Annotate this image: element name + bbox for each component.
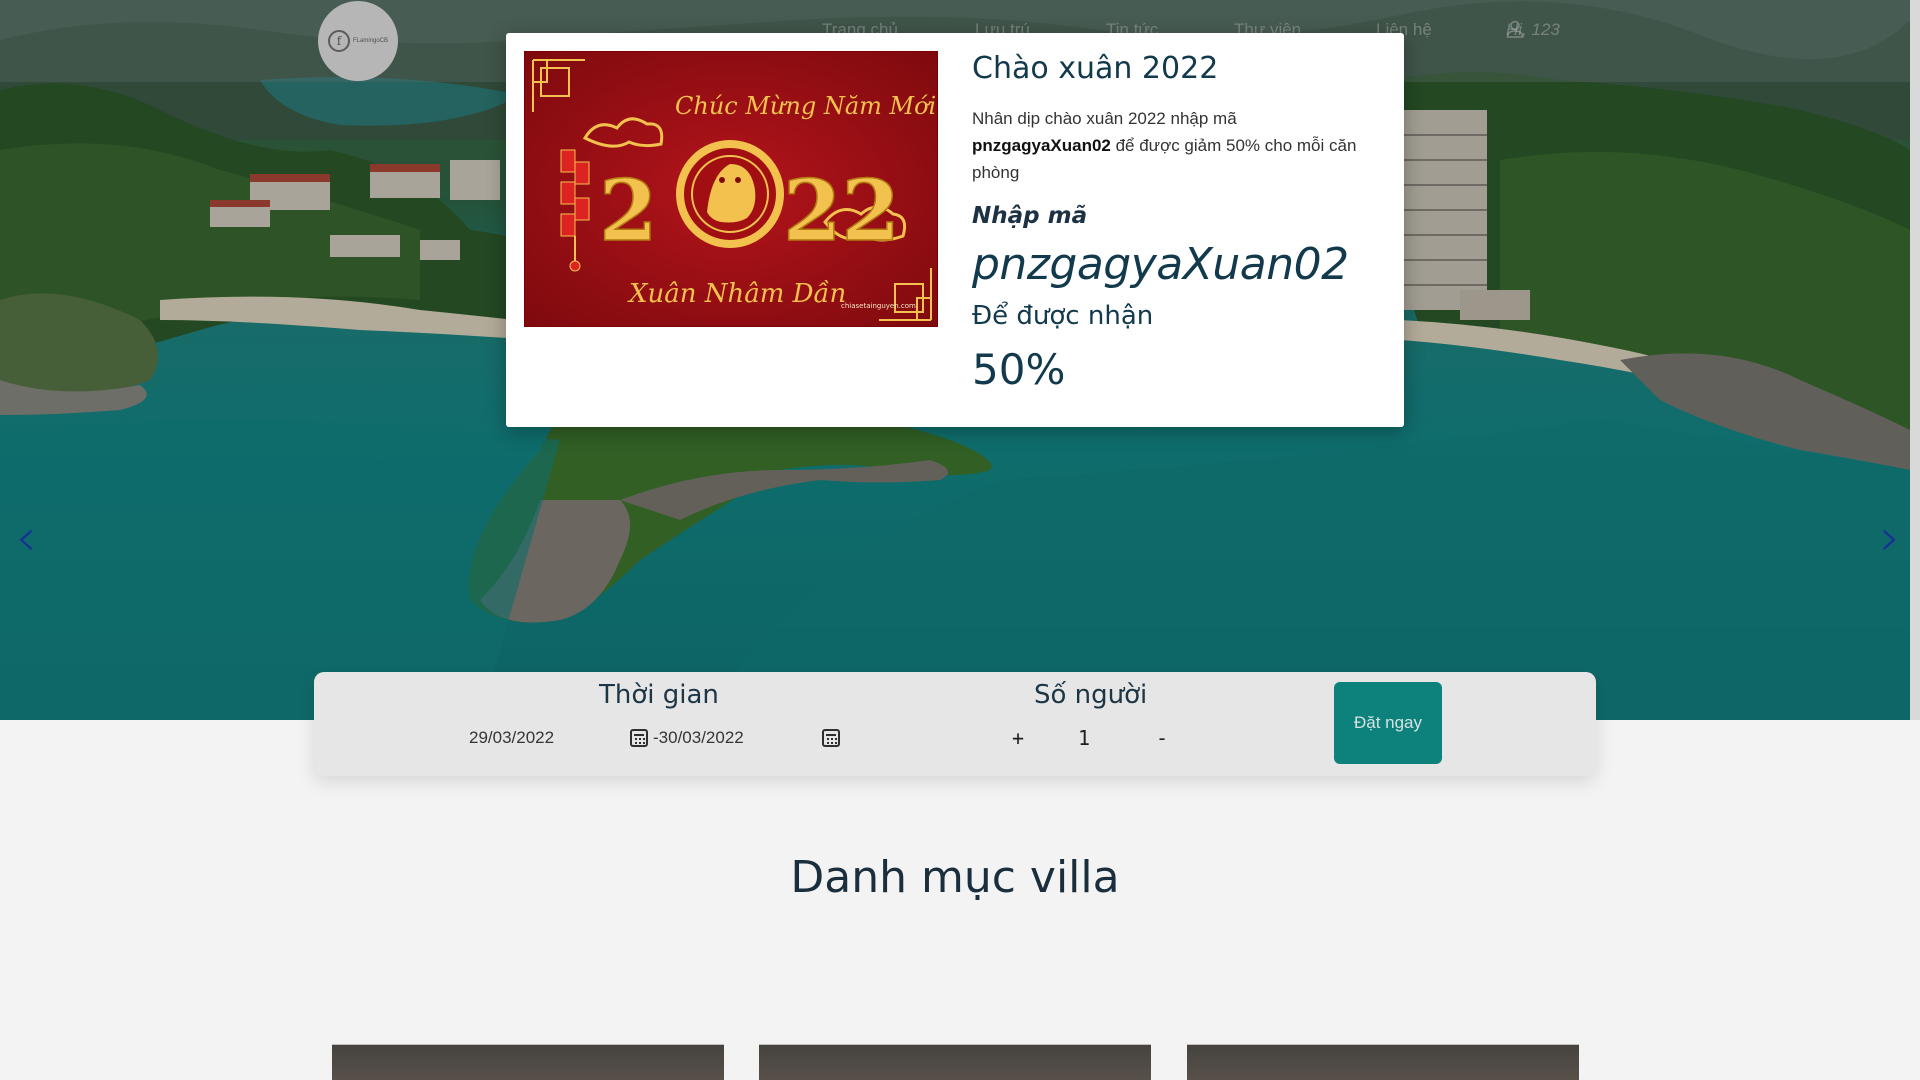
modal-description-code: pnzgagyaXuan02 [972, 136, 1111, 155]
banner-year-left: 2 [599, 161, 657, 260]
modal-title: Chào xuân 2022 [972, 51, 1219, 86]
modal-description-start: Nhân dịp chào xuân 2022 nhập mã [972, 109, 1237, 128]
receive-label: Để được nhận [972, 301, 1154, 331]
promo-modal: 2 22 Chúc Mừng Năm Mới Xuân Nhâm Dần chi… [506, 33, 1404, 427]
banner-greeting-text: Chúc Mừng Năm Mới [675, 92, 936, 120]
banner-year-right: 22 [783, 161, 900, 260]
banner-year-name-text: Xuân Nhâm Dần [627, 279, 846, 309]
promo-image: 2 22 Chúc Mừng Năm Mới Xuân Nhâm Dần chi… [524, 51, 938, 327]
new-year-banner: 2 22 Chúc Mừng Năm Mới Xuân Nhâm Dần chi… [525, 52, 937, 326]
page: f FLamingoCB Trang chủ Lưu trú Tin tức T… [0, 0, 1920, 1080]
promo-code: pnzgagyaXuan02 [972, 239, 1349, 290]
enter-code-label: Nhập mã [972, 203, 1088, 229]
discount-percent: 50% [972, 345, 1066, 394]
banner-watermark: chiasetainguyen.com [841, 302, 916, 310]
modal-description: Nhân dịp chào xuân 2022 nhập mã pnzgagya… [972, 105, 1372, 186]
